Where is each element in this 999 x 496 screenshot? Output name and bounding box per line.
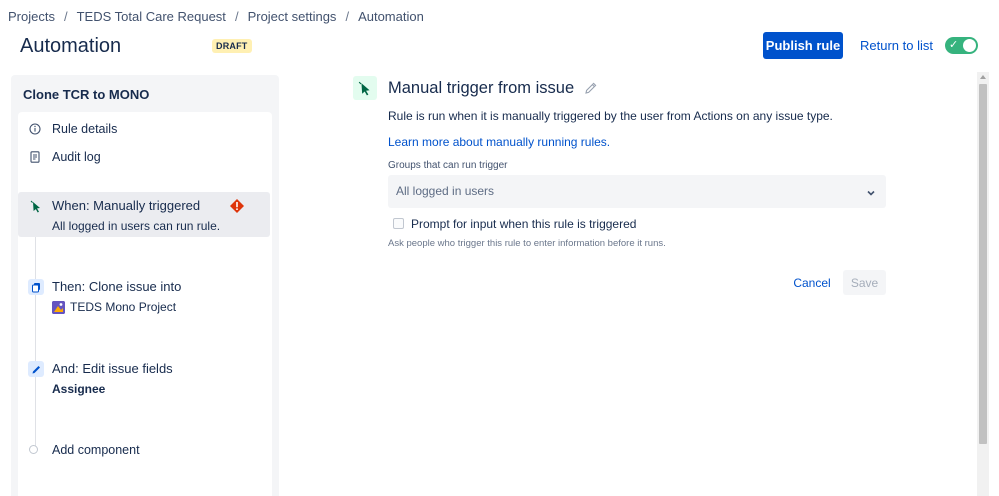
toggle-knob bbox=[963, 39, 976, 52]
clone-step-title: Then: Clone issue into bbox=[52, 279, 182, 294]
add-component-dot bbox=[29, 445, 38, 454]
breadcrumb: Projects / TEDS Total Care Request / Pro… bbox=[8, 9, 424, 24]
audit-log-label: Audit log bbox=[52, 150, 101, 164]
rule-details-label: Rule details bbox=[52, 122, 118, 136]
clone-step-subtitle: TEDS Mono Project bbox=[52, 300, 176, 314]
page-title: Automation bbox=[20, 35, 122, 57]
check-icon: ✓ bbox=[949, 39, 959, 51]
rule-details-item[interactable]: Rule details bbox=[28, 122, 117, 136]
add-component-link[interactable]: Add component bbox=[52, 443, 140, 457]
cursor-icon bbox=[28, 198, 44, 214]
learn-more-link[interactable]: Learn more about manually running rules. bbox=[388, 135, 610, 149]
trigger-step-subtitle: All logged in users can run rule. bbox=[52, 219, 221, 233]
clone-target-project: TEDS Mono Project bbox=[70, 300, 177, 314]
rule-enabled-toggle[interactable]: ✓ bbox=[945, 37, 978, 54]
edit-step-title: And: Edit issue fields bbox=[52, 361, 173, 376]
publish-rule-button[interactable]: Publish rule bbox=[763, 32, 843, 59]
warning-icon bbox=[229, 198, 245, 214]
groups-field-label: Groups that can run trigger bbox=[388, 160, 508, 171]
project-avatar-icon bbox=[52, 300, 65, 314]
breadcrumb-separator: / bbox=[63, 9, 68, 24]
edit-title-icon[interactable] bbox=[584, 81, 598, 95]
breadcrumb-separator: / bbox=[345, 9, 350, 24]
panel-title: Manual trigger from issue bbox=[388, 79, 575, 97]
cursor-icon bbox=[353, 76, 377, 100]
edit-fields-step[interactable]: And: Edit issue fields Assignee bbox=[18, 357, 270, 402]
edit-step-subtitle: Assignee bbox=[52, 382, 106, 396]
groups-select[interactable]: All logged in users bbox=[388, 175, 886, 208]
groups-select-value: All logged in users bbox=[396, 184, 495, 198]
rule-sidebar: Clone TCR to MONO Rule details Audit log… bbox=[11, 75, 279, 496]
document-icon bbox=[28, 150, 42, 164]
scroll-up-arrow-icon[interactable] bbox=[980, 75, 986, 79]
trigger-step-title: When: Manually triggered bbox=[52, 198, 201, 213]
status-badge: DRAFT bbox=[212, 39, 252, 53]
trigger-description: Rule is run when it is manually triggere… bbox=[388, 109, 833, 123]
chevron-down-icon bbox=[866, 186, 876, 196]
breadcrumb-separator: / bbox=[234, 9, 239, 24]
trigger-step[interactable]: When: Manually triggered All logged in u… bbox=[18, 192, 270, 237]
clone-issue-step[interactable]: Then: Clone issue into TEDS Mono Project bbox=[18, 275, 270, 320]
timeline-line bbox=[35, 208, 36, 451]
scrollbar-thumb[interactable] bbox=[979, 84, 987, 444]
breadcrumb-project[interactable]: TEDS Total Care Request bbox=[77, 9, 226, 24]
breadcrumb-projects[interactable]: Projects bbox=[8, 9, 55, 24]
pencil-icon bbox=[28, 361, 44, 377]
prompt-input-label[interactable]: Prompt for input when this rule is trigg… bbox=[411, 217, 636, 231]
audit-log-item[interactable]: Audit log bbox=[28, 150, 101, 164]
save-button[interactable]: Save bbox=[843, 270, 886, 295]
prompt-input-checkbox[interactable] bbox=[393, 218, 404, 229]
return-to-list-link[interactable]: Return to list bbox=[860, 38, 933, 53]
breadcrumb-project-settings[interactable]: Project settings bbox=[248, 9, 337, 24]
cancel-button[interactable]: Cancel bbox=[789, 270, 835, 295]
breadcrumb-automation[interactable]: Automation bbox=[358, 9, 424, 24]
copy-icon bbox=[28, 279, 44, 295]
prompt-input-helper: Ask people who trigger this rule to ente… bbox=[388, 238, 666, 249]
info-icon bbox=[28, 122, 42, 136]
rule-name: Clone TCR to MONO bbox=[23, 87, 150, 102]
